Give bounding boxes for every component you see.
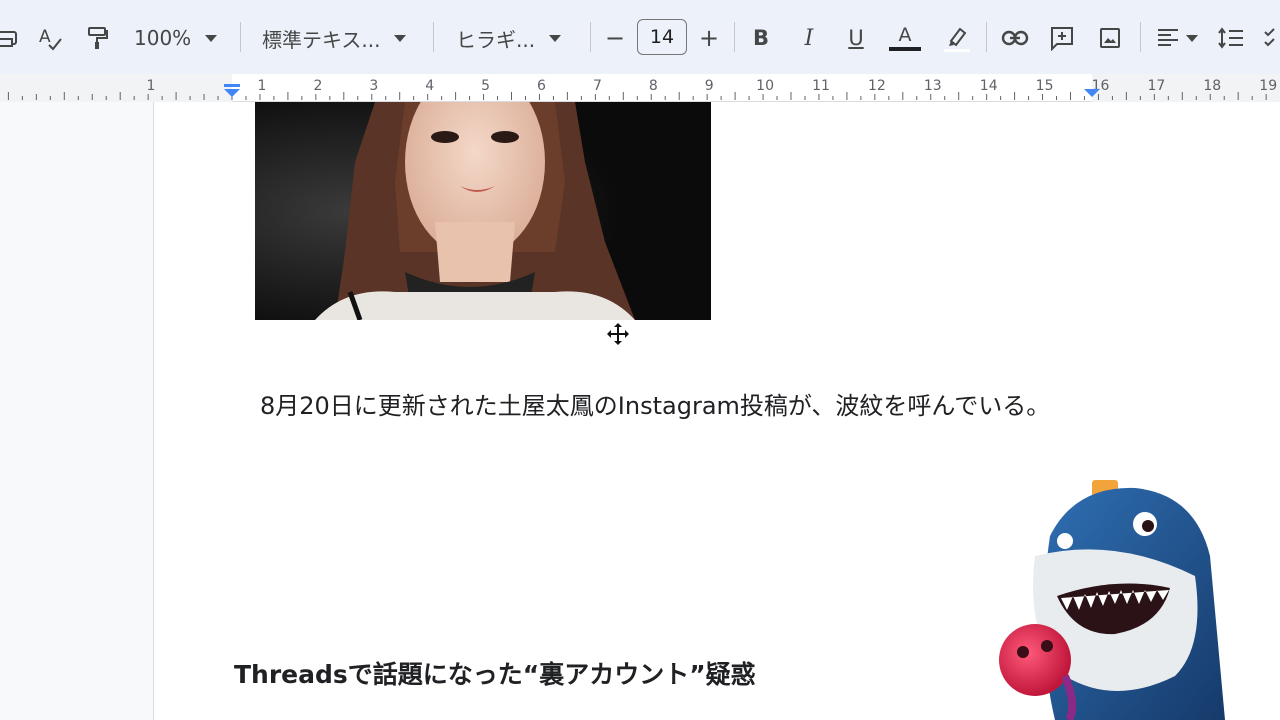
ruler-label: 12 [868, 78, 886, 94]
toolbar: A 100% 標準テキス... ヒラギ... − 14 + B I U A [0, 0, 1280, 74]
ruler-label: 1 [258, 78, 267, 94]
toolbar-divider [433, 22, 434, 52]
ruler-label: 6 [537, 78, 546, 94]
ruler-label: 18 [1203, 78, 1221, 94]
inserted-photo[interactable] [255, 102, 711, 320]
highlight-icon[interactable] [940, 20, 972, 56]
ruler-label: 3 [369, 78, 378, 94]
align-left-icon [1158, 29, 1178, 46]
line-spacing-icon[interactable] [1216, 20, 1246, 56]
ruler-label: 11 [812, 78, 830, 94]
toolbar-divider [986, 22, 987, 52]
ruler-label: 8 [649, 78, 658, 94]
paragraph-style-value: 標準テキス... [262, 27, 381, 52]
ruler-label: 13 [924, 78, 942, 94]
horizontal-ruler[interactable]: 1 1 2 3 4 5 6 7 8 9 10 11 12 13 14 15 16 17 18 19 [0, 74, 1280, 102]
zoom-value: 100% [134, 26, 192, 50]
chevron-down-icon [205, 34, 218, 42]
insert-image-icon[interactable] [1096, 20, 1124, 56]
chevron-down-icon [394, 34, 407, 42]
docs-window: A 100% 標準テキス... ヒラギ... − 14 + B I U A 1 … [0, 0, 1280, 720]
align-select[interactable] [1152, 20, 1202, 56]
svg-text:A: A [39, 27, 51, 47]
font-select[interactable]: ヒラギ... [456, 20, 570, 56]
toolbar-divider [734, 22, 735, 52]
add-comment-icon[interactable] [1048, 20, 1076, 56]
text-color-swatch [889, 47, 921, 51]
link-icon[interactable] [1000, 20, 1030, 56]
text-color-button[interactable]: A [888, 20, 922, 56]
bold-button[interactable]: B [748, 20, 774, 56]
toolbar-divider [240, 22, 241, 52]
ruler-label: 2 [313, 78, 322, 94]
body-paragraph[interactable]: 8月20日に更新された土屋太鳳のInstagram投稿が、波紋を呼んでいる。 [234, 377, 1094, 435]
ruler-label: 4 [425, 78, 434, 94]
ruler-label: 14 [980, 78, 998, 94]
ruler-label: 9 [705, 78, 714, 94]
shark-mascot-image [995, 476, 1235, 720]
section-heading[interactable]: Threadsで話題になった“裏アカウント”疑惑 [234, 655, 756, 691]
ruler-label: 19 [1259, 78, 1277, 94]
print-icon[interactable] [0, 20, 20, 56]
first-line-indent-marker[interactable] [224, 84, 240, 87]
font-size-input[interactable]: 14 [637, 19, 687, 55]
toolbar-divider [1140, 22, 1141, 52]
page-margin-area [0, 102, 154, 720]
checklist-icon[interactable] [1262, 20, 1280, 56]
ruler-label: 10 [756, 78, 774, 94]
increase-font-size-button[interactable]: + [696, 20, 722, 56]
ruler-scale: 1 1 2 3 4 5 6 7 8 9 10 11 12 13 14 15 16 17 18 19 [0, 74, 1280, 102]
zoom-select[interactable]: 100% [134, 20, 224, 56]
ruler-label: 7 [593, 78, 602, 94]
decrease-font-size-button[interactable]: − [602, 20, 628, 56]
chevron-down-icon [549, 34, 562, 42]
ruler-label: 17 [1147, 78, 1165, 94]
italic-button[interactable]: I [796, 20, 822, 56]
ruler-label: 5 [481, 78, 490, 94]
ruler-label: 1 [146, 78, 155, 94]
font-value: ヒラギ... [456, 27, 536, 52]
chevron-down-icon [1186, 34, 1198, 42]
portrait-image [255, 102, 711, 320]
move-icon[interactable] [606, 322, 630, 346]
spellcheck-icon[interactable]: A [36, 20, 64, 56]
underline-button[interactable]: U [843, 20, 869, 56]
ruler-label: 15 [1036, 78, 1054, 94]
toolbar-divider [590, 22, 591, 52]
paragraph-style-select[interactable]: 標準テキス... [262, 20, 414, 56]
paint-format-icon[interactable] [84, 20, 110, 56]
